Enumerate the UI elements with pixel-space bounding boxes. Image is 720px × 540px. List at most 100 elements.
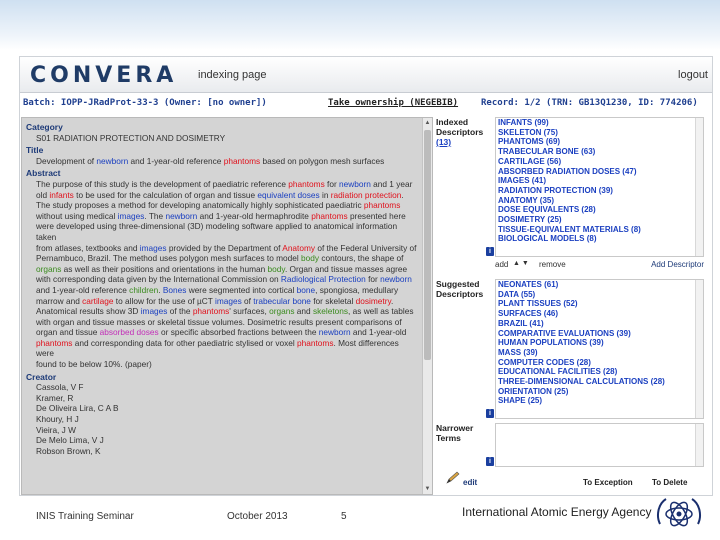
abstract-text-run: and [294, 306, 313, 317]
record-info: Record: 1/2 (TRN: GB13Q1230, ID: 774206) [481, 98, 698, 108]
slide-top-band [0, 0, 720, 50]
descriptor-item[interactable]: MASS (39) [496, 348, 703, 358]
abstract-line: organs as well as their positions and or… [36, 264, 419, 275]
indexed-descriptor-list[interactable]: INFANTS (99) SKELETON (75) PHANTOMS (69) TR… [495, 117, 704, 257]
creator-name: Cassola, V F [36, 382, 84, 393]
highlighted-term: newborn [318, 327, 351, 338]
batch-infobar: Batch: IOPP-JRadProt-33-3 (Owner: [no ow… [20, 94, 712, 114]
abstract-line: Pernambuco, Brazil. The method uses poly… [36, 253, 419, 264]
abstract-text-run: with organ and tissue masses or skeletal… [36, 316, 402, 327]
highlighted-term: organs [269, 306, 295, 317]
abstract-text-run: of [241, 295, 254, 306]
highlighted-term: Bones [162, 284, 187, 295]
descriptor-item[interactable]: COMPUTER CODES (28) [496, 358, 703, 368]
highlighted-term: phantoms [192, 306, 230, 317]
edit-link[interactable]: edit [463, 478, 477, 487]
suggested-scrollbar[interactable] [695, 280, 703, 418]
highlighted-term: newborn [339, 178, 371, 189]
suggested-descriptor-list[interactable]: NEONATES (61) DATA (55) PLANT TISSUES (52)… [495, 279, 704, 419]
descriptor-item[interactable]: NEONATES (61) [496, 280, 703, 290]
highlighted-term: radiation protection [330, 189, 402, 200]
abstract-text-run: and 1 year [370, 178, 413, 189]
abstract-text-run: Pernambuco, Brazil. The method uses poly… [36, 253, 302, 264]
scroll-arrow-up-icon[interactable]: ▲ [424, 119, 431, 127]
abstract-line: old infants to be used for the calculati… [36, 190, 419, 201]
descriptor-item[interactable]: IMAGES (41) [496, 176, 703, 186]
abstract-line: without using medical images. The newbor… [36, 211, 419, 222]
abstract-line: and 1-year-old reference children. Bones… [36, 285, 419, 296]
record-scrollbar[interactable]: ▲ ▼ [422, 118, 432, 494]
descriptor-item[interactable]: SURFACES (46) [496, 309, 703, 319]
highlighted-term: images [117, 210, 145, 221]
highlighted-term: Anatomy [282, 242, 316, 253]
indexed-scrollbar[interactable] [695, 118, 703, 256]
abstract-text-run: for skeletal [310, 295, 356, 306]
descriptor-item[interactable]: HUMAN POPULATIONS (39) [496, 338, 703, 348]
descriptor-item[interactable]: PHANTOMS (69) [496, 137, 703, 147]
creator-name: De Oliveira Lira, C A B [36, 403, 119, 414]
descriptor-item[interactable]: DOSE EQUIVALENTS (28) [496, 205, 703, 215]
descriptor-item[interactable]: THREE-DIMENSIONAL CALCULATIONS (28) [496, 377, 703, 387]
descriptor-item[interactable]: CARTILAGE (56) [496, 157, 703, 167]
descriptor-item[interactable]: RADIATION PROTECTION (39) [496, 186, 703, 196]
highlighted-term: children [129, 284, 159, 295]
record-panel[interactable]: Category S01 RADIATION PROTECTION AND DO… [21, 117, 433, 495]
descriptor-item[interactable]: SKELETON (75) [496, 128, 703, 138]
add-link[interactable]: add [495, 260, 508, 269]
suggested-descriptors-label: Suggested Descriptors [436, 279, 484, 299]
narrower-scrollbar[interactable] [695, 424, 703, 466]
abstract-text-run: were segmented into cortical [186, 284, 297, 295]
narrower-terms-list[interactable] [495, 423, 704, 467]
abstract-line: Anatomical results show 3D images of the… [36, 306, 419, 317]
highlighted-term: absorbed doses [99, 327, 159, 338]
take-ownership-link[interactable]: Take ownership (NEGEBIB) [328, 98, 458, 108]
highlighted-term: newborn [165, 210, 198, 221]
abstract-text: The purpose of this study is the develop… [26, 179, 419, 370]
remove-link[interactable]: remove [539, 260, 566, 269]
move-arrows-icon[interactable]: ▲ ▼ [513, 260, 529, 267]
descriptor-item[interactable]: PLANT TISSUES (52) [496, 299, 703, 309]
highlighted-term: body [267, 263, 285, 274]
logout-link[interactable]: logout [678, 69, 708, 81]
abstract-text-run: The study proposes a method for developi… [36, 200, 364, 211]
abstract-text-run: Anatomical results show 3D [36, 306, 141, 317]
info-icon[interactable]: i [486, 247, 494, 256]
descriptor-item[interactable]: INFANTS (99) [496, 118, 703, 128]
descriptor-item[interactable]: ANATOMY (35) [496, 196, 703, 206]
scroll-thumb[interactable] [424, 130, 431, 360]
descriptor-item[interactable]: TRABECULAR BONE (63) [496, 147, 703, 157]
highlighted-term: bone [296, 284, 316, 295]
descriptor-item[interactable]: EDUCATIONAL FACILITIES (28) [496, 367, 703, 377]
scroll-arrow-down-icon[interactable]: ▼ [424, 485, 431, 493]
descriptor-item[interactable]: COMPARATIVE EVALUATIONS (39) [496, 329, 703, 339]
info-icon[interactable]: i [486, 409, 494, 418]
indexed-count[interactable]: (13) [436, 137, 488, 147]
descriptor-item[interactable]: SHAPE (25) [496, 396, 703, 406]
add-descriptor-button[interactable]: Add Descriptor [651, 260, 704, 269]
suggested-items: NEONATES (61) DATA (55) PLANT TISSUES (52)… [496, 280, 703, 406]
descriptor-item[interactable]: DATA (55) [496, 290, 703, 300]
pencil-icon[interactable] [445, 471, 461, 485]
footer-seminar: INIS Training Seminar [36, 511, 134, 522]
logo-text: CONVERA [30, 63, 178, 88]
abstract-text-run: of the [167, 306, 193, 317]
info-icon[interactable]: i [486, 457, 494, 466]
abstract-line: marrow and cartilage to allow for the us… [36, 296, 419, 307]
descriptor-item[interactable]: DOSIMETRY (25) [496, 215, 703, 225]
descriptor-item[interactable]: BIOLOGICAL MODELS (8) [496, 234, 703, 244]
descriptor-item[interactable]: ABSORBED RADIATION DOSES (47) [496, 167, 703, 177]
creator-name: Vieira, J W [36, 424, 76, 435]
abstract-text-run: and corresponding data for other paediat… [72, 337, 298, 348]
to-delete-button[interactable]: To Delete [652, 478, 687, 487]
highlighted-term: phantoms [288, 178, 325, 189]
descriptor-item[interactable]: ORIENTATION (25) [496, 387, 703, 397]
to-exception-button[interactable]: To Exception [583, 478, 633, 487]
descriptor-item[interactable]: BRAZIL (41) [496, 319, 703, 329]
abstract-text-run: to allow for the use of µCT [113, 295, 215, 306]
highlighted-term: newborn [96, 155, 129, 166]
abstract-text-run: ' surfaces, [229, 306, 270, 317]
creator-name: Kramer, R [36, 392, 74, 403]
creator-heading: Creator [26, 371, 57, 382]
abstract-line: phantoms and corresponding data for othe… [36, 338, 419, 359]
descriptor-item[interactable]: TISSUE-EQUIVALENT MATERIALS (8) [496, 225, 703, 235]
